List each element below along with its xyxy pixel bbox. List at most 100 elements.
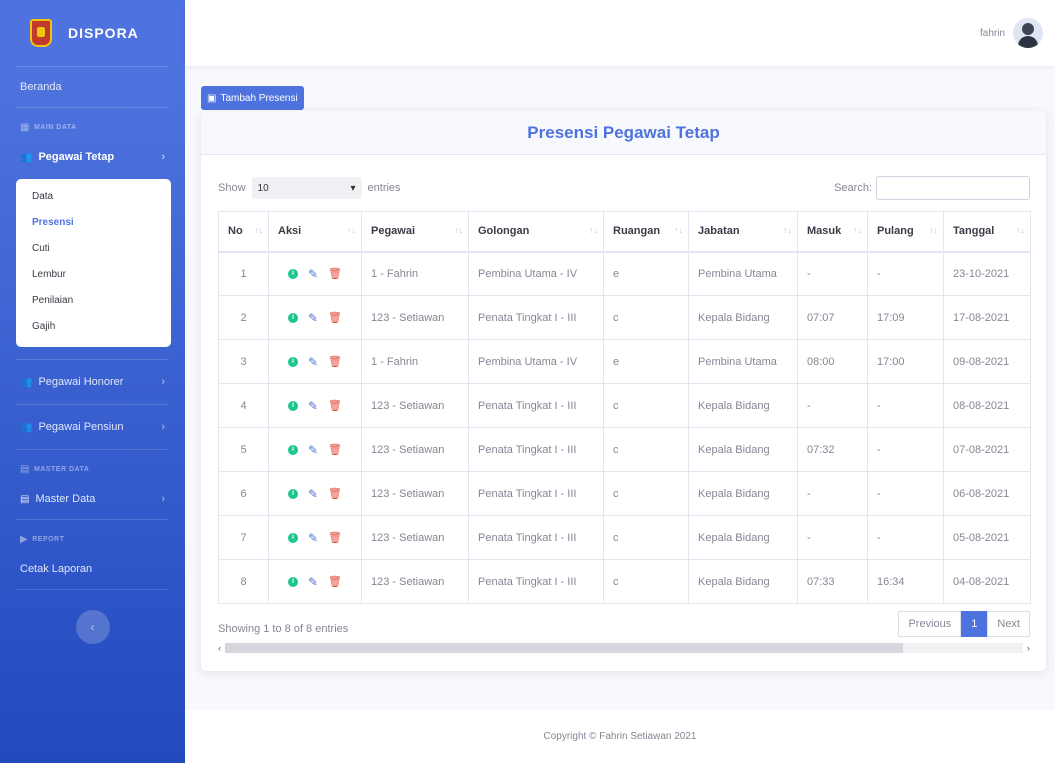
header-label: Jabatan xyxy=(698,225,740,238)
pencil-icon[interactable]: ✎ xyxy=(308,487,318,501)
cell-tanggal: 07-08-2021 xyxy=(943,427,1031,472)
scroll-right-icon[interactable]: › xyxy=(1027,643,1030,653)
cell-no: 6 xyxy=(218,471,269,516)
info-icon[interactable]: i xyxy=(287,400,298,411)
trash-icon[interactable]: 🗑 xyxy=(328,575,342,588)
th-aksi[interactable]: Aksi ↑↓ xyxy=(268,211,362,253)
info-icon[interactable]: i xyxy=(287,444,298,455)
sidebar-item-master-data[interactable]: ▤ Master Data › xyxy=(0,479,185,519)
cell-masuk: - xyxy=(797,515,868,560)
th-jabatan[interactable]: Jabatan ↑↓ xyxy=(688,211,798,253)
trash-icon[interactable]: 🗑 xyxy=(328,399,342,412)
pencil-icon[interactable]: ✎ xyxy=(308,355,318,369)
sidebar-item-pegawai-pensiun[interactable]: 👥 Pegawai Pensiun › xyxy=(0,405,185,449)
sidebar-toggle-button[interactable]: ‹ xyxy=(75,610,110,644)
entries-select[interactable]: 10 ▾ xyxy=(251,177,362,199)
submenu-item-presensi[interactable]: Presensi xyxy=(16,211,171,237)
pencil-icon[interactable]: ✎ xyxy=(308,399,318,413)
th-no[interactable]: No ↑↓ xyxy=(218,211,269,253)
user-name[interactable]: fahrin xyxy=(980,28,1005,39)
page-1-button[interactable]: 1 xyxy=(961,611,988,637)
scrollbar-track[interactable] xyxy=(225,643,1023,653)
search-input[interactable] xyxy=(876,176,1030,200)
sidebar-item-pegawai-tetap[interactable]: 👥 Pegawai Tetap › xyxy=(0,137,185,177)
sidebar: DISPORA Beranda ▦ MAIN DATA 👥 Pegawai Te… xyxy=(0,0,185,763)
trash-icon[interactable]: 🗑 xyxy=(328,355,342,368)
table-row: 2 i ✎ 🗑 123 - Setiawan Penata Tingkat I - III… xyxy=(218,295,1031,340)
trash-icon[interactable]: 🗑 xyxy=(328,311,342,324)
cell-no: 4 xyxy=(218,383,269,428)
chevron-left-icon: ‹ xyxy=(90,620,95,634)
pencil-icon[interactable]: ✎ xyxy=(308,531,318,545)
tambah-presensi-button[interactable]: ▣ Tambah Presensi xyxy=(201,86,304,110)
sidebar-item-cetak-laporan[interactable]: Cetak Laporan xyxy=(0,549,185,589)
sidebar-item-label: Master Data xyxy=(35,493,96,505)
cell-pegawai: 1 - Fahrin xyxy=(361,339,469,384)
cell-pulang: - xyxy=(867,427,944,472)
scroll-left-icon[interactable]: ‹ xyxy=(218,643,221,653)
submenu-item-gajih[interactable]: Gajih xyxy=(16,315,171,341)
brand[interactable]: DISPORA xyxy=(0,0,185,66)
trash-icon[interactable]: 🗑 xyxy=(328,531,342,544)
cell-jabatan: Kepala Bidang xyxy=(688,427,798,472)
header-label: Aksi xyxy=(278,225,302,238)
pencil-icon[interactable]: ✎ xyxy=(308,267,318,281)
pencil-icon[interactable]: ✎ xyxy=(308,443,318,457)
trash-icon[interactable]: 🗑 xyxy=(328,487,342,500)
submenu-item-cuti[interactable]: Cuti xyxy=(16,237,171,263)
row-actions: i ✎ 🗑 xyxy=(278,267,352,281)
trash-icon[interactable]: 🗑 xyxy=(328,443,342,456)
avatar[interactable] xyxy=(1013,18,1043,48)
header-label: Tanggal xyxy=(953,225,995,238)
th-tanggal[interactable]: Tanggal ↑↓ xyxy=(943,211,1031,253)
header-label: No xyxy=(228,225,243,238)
sort-icon: ↑↓ xyxy=(783,225,792,235)
cell-pulang: - xyxy=(867,515,944,560)
caret-down-icon: ▾ xyxy=(350,182,356,194)
cell-pegawai: 123 - Setiawan xyxy=(361,471,469,516)
cell-golongan: Penata Tingkat I - III xyxy=(468,559,604,604)
previous-button[interactable]: Previous xyxy=(898,611,962,637)
brand-logo-icon xyxy=(30,19,52,47)
info-icon[interactable]: i xyxy=(287,488,298,499)
info-icon[interactable]: i xyxy=(287,356,298,367)
cell-golongan: Penata Tingkat I - III xyxy=(468,295,604,340)
cell-no: 3 xyxy=(218,339,269,384)
th-pegawai[interactable]: Pegawai ↑↓ xyxy=(361,211,469,253)
cell-no: 8 xyxy=(218,559,269,604)
trash-icon[interactable]: 🗑 xyxy=(328,267,342,280)
info-icon[interactable]: i xyxy=(287,576,298,587)
table-icon: ▦ xyxy=(20,122,30,133)
calendar-plus-icon: ▣ xyxy=(207,92,217,104)
sidebar-heading-label: MAIN DATA xyxy=(33,124,77,131)
th-ruangan[interactable]: Ruangan ↑↓ xyxy=(603,211,689,253)
cell-aksi: i ✎ 🗑 xyxy=(268,515,362,560)
cell-pegawai: 123 - Setiawan xyxy=(361,515,469,560)
info-icon[interactable]: i xyxy=(287,268,298,279)
sort-icon: ↑↓ xyxy=(347,225,356,235)
submenu-item-data[interactable]: Data xyxy=(16,185,171,211)
pencil-icon[interactable]: ✎ xyxy=(308,311,318,325)
cell-ruangan: c xyxy=(603,559,689,604)
th-golongan[interactable]: Golongan ↑↓ xyxy=(468,211,604,253)
submenu-item-lembur[interactable]: Lembur xyxy=(16,263,171,289)
th-masuk[interactable]: Masuk ↑↓ xyxy=(797,211,868,253)
sidebar-item-beranda[interactable]: Beranda xyxy=(0,67,185,107)
sidebar-item-pegawai-honorer[interactable]: 👥 Pegawai Honorer › xyxy=(0,360,185,404)
header-label: Golongan xyxy=(478,225,530,238)
info-icon[interactable]: i xyxy=(287,312,298,323)
next-button[interactable]: Next xyxy=(987,611,1030,637)
table-row: 4 i ✎ 🗑 123 - Setiawan Penata Tingkat I - III… xyxy=(218,383,1031,428)
brand-name: DISPORA xyxy=(68,25,139,41)
sort-icon: ↑↓ xyxy=(589,225,598,235)
th-pulang[interactable]: Pulang ↑↓ xyxy=(867,211,944,253)
table-body: 1 i ✎ 🗑 1 - Fahrin Pembina Utama - IV e Pembina… xyxy=(218,251,1031,604)
submenu-item-penilaian[interactable]: Penilaian xyxy=(16,289,171,315)
cell-tanggal: 23-10-2021 xyxy=(943,251,1031,296)
pencil-icon[interactable]: ✎ xyxy=(308,575,318,589)
horizontal-scrollbar[interactable]: ‹ › xyxy=(218,642,1030,654)
card-title: Presensi Pegawai Tetap xyxy=(527,122,720,142)
header-label: Pulang xyxy=(877,225,914,238)
cell-pulang: - xyxy=(867,383,944,428)
info-icon[interactable]: i xyxy=(287,532,298,543)
